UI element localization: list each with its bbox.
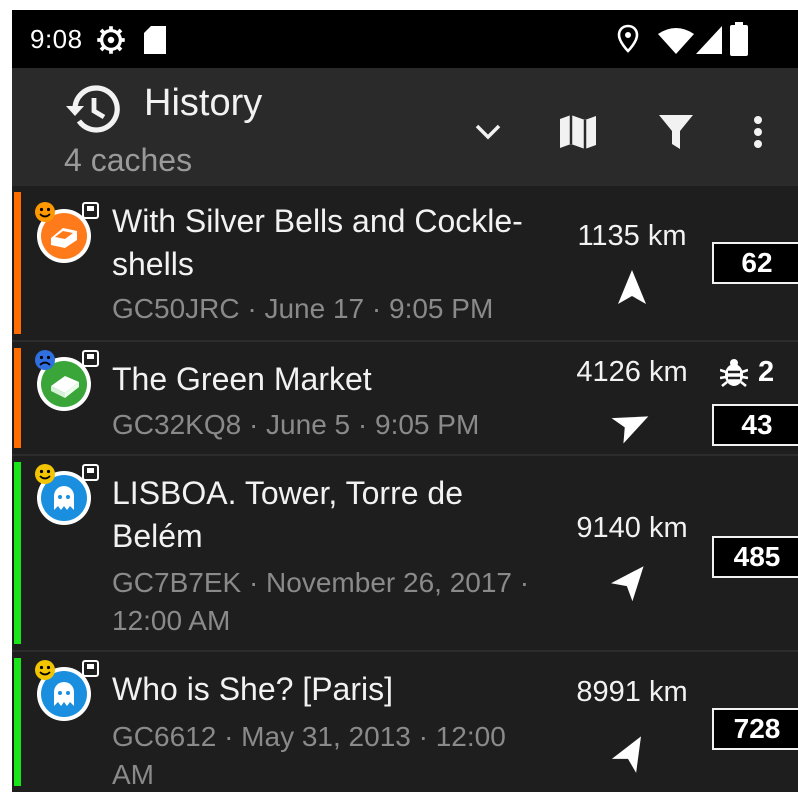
phone-screen: 9:08 History 4 caches With Silver Bells … (12, 10, 798, 792)
ghost-cache-icon (35, 464, 99, 525)
favorite-points-badge: 62 (712, 242, 798, 284)
wifi-icon (658, 28, 694, 54)
cache-distance: 4126 km (576, 356, 688, 388)
cache-list-item[interactable]: Who is She? [Paris] GC6612 · May 31, 201… (12, 652, 798, 792)
bug-icon (720, 358, 748, 387)
cache-info: GC6612 · May 31, 2013 · 12:00 AM (112, 721, 506, 790)
direction-arrow-icon (618, 270, 646, 304)
cache-status-stripe (14, 658, 21, 786)
cache-info: GC32KQ8 · June 5 · 9:05 PM (112, 409, 480, 440)
cache-count: 4 caches (64, 142, 193, 178)
filter-button[interactable] (652, 108, 700, 156)
direction-arrow-icon (611, 736, 641, 773)
cache-distance: 1135 km (577, 220, 687, 252)
cache-info: GC7B7EK · November 26, 2017 · 12:00 AM (112, 567, 530, 636)
cache-info: GC50JRC · June 17 · 9:05 PM (112, 293, 494, 324)
history-icon (66, 85, 120, 133)
cache-status-stripe (14, 462, 21, 644)
cache-distance: 8991 km (576, 676, 688, 708)
cache-status-stripe (14, 348, 21, 448)
more-vert-icon (754, 116, 762, 148)
settings-gear-icon (97, 26, 125, 54)
map-icon (560, 115, 596, 149)
cache-name: With Silver Bells and Cockle-shells (112, 203, 523, 282)
favorite-points-badge: 485 (712, 536, 798, 578)
battery-icon (730, 22, 748, 56)
map-button[interactable] (554, 108, 602, 156)
page-title: History (144, 82, 263, 124)
signal-icon (696, 26, 722, 54)
happy-face-icon (35, 464, 55, 484)
favorite-points-badge: 728 (712, 708, 798, 750)
sad-face-icon (35, 350, 55, 370)
ghost-cache-icon (35, 660, 99, 721)
direction-arrow-icon (610, 566, 644, 602)
overflow-menu-button[interactable] (734, 108, 782, 156)
sd-card-icon (144, 26, 166, 54)
cache-type-icon (35, 202, 99, 263)
happy-face-icon (35, 660, 55, 680)
cache-list-item[interactable]: With Silver Bells and Cockle-shells GC50… (12, 186, 798, 342)
chevron-down-icon (475, 124, 501, 140)
traditional-cache-icon (35, 350, 99, 411)
cache-distance: 9140 km (576, 512, 688, 544)
cache-status-stripe (14, 192, 21, 334)
status-bar: 9:08 (12, 10, 798, 68)
cache-list-item[interactable]: The Green Market GC32KQ8 · June 5 · 9:05… (12, 342, 798, 456)
trackables-count: 2 (720, 356, 774, 389)
status-time: 9:08 (30, 24, 83, 54)
direction-arrow-icon (611, 416, 649, 444)
cache-name: Who is She? [Paris] (112, 671, 393, 707)
trackables-count-value: 2 (758, 356, 775, 388)
list-selector-button[interactable] (464, 108, 512, 156)
location-pin-icon (617, 24, 639, 53)
happy-face-icon (35, 202, 55, 222)
cache-name: LISBOA. Tower, Torre de Belém (112, 475, 463, 554)
filter-icon (659, 115, 693, 149)
favorite-points-badge: 43 (712, 404, 798, 446)
app-toolbar: History 4 caches (12, 68, 798, 186)
cache-name: The Green Market (112, 361, 372, 397)
cache-list-item[interactable]: LISBOA. Tower, Torre de Belém GC7B7EK · … (12, 456, 798, 652)
